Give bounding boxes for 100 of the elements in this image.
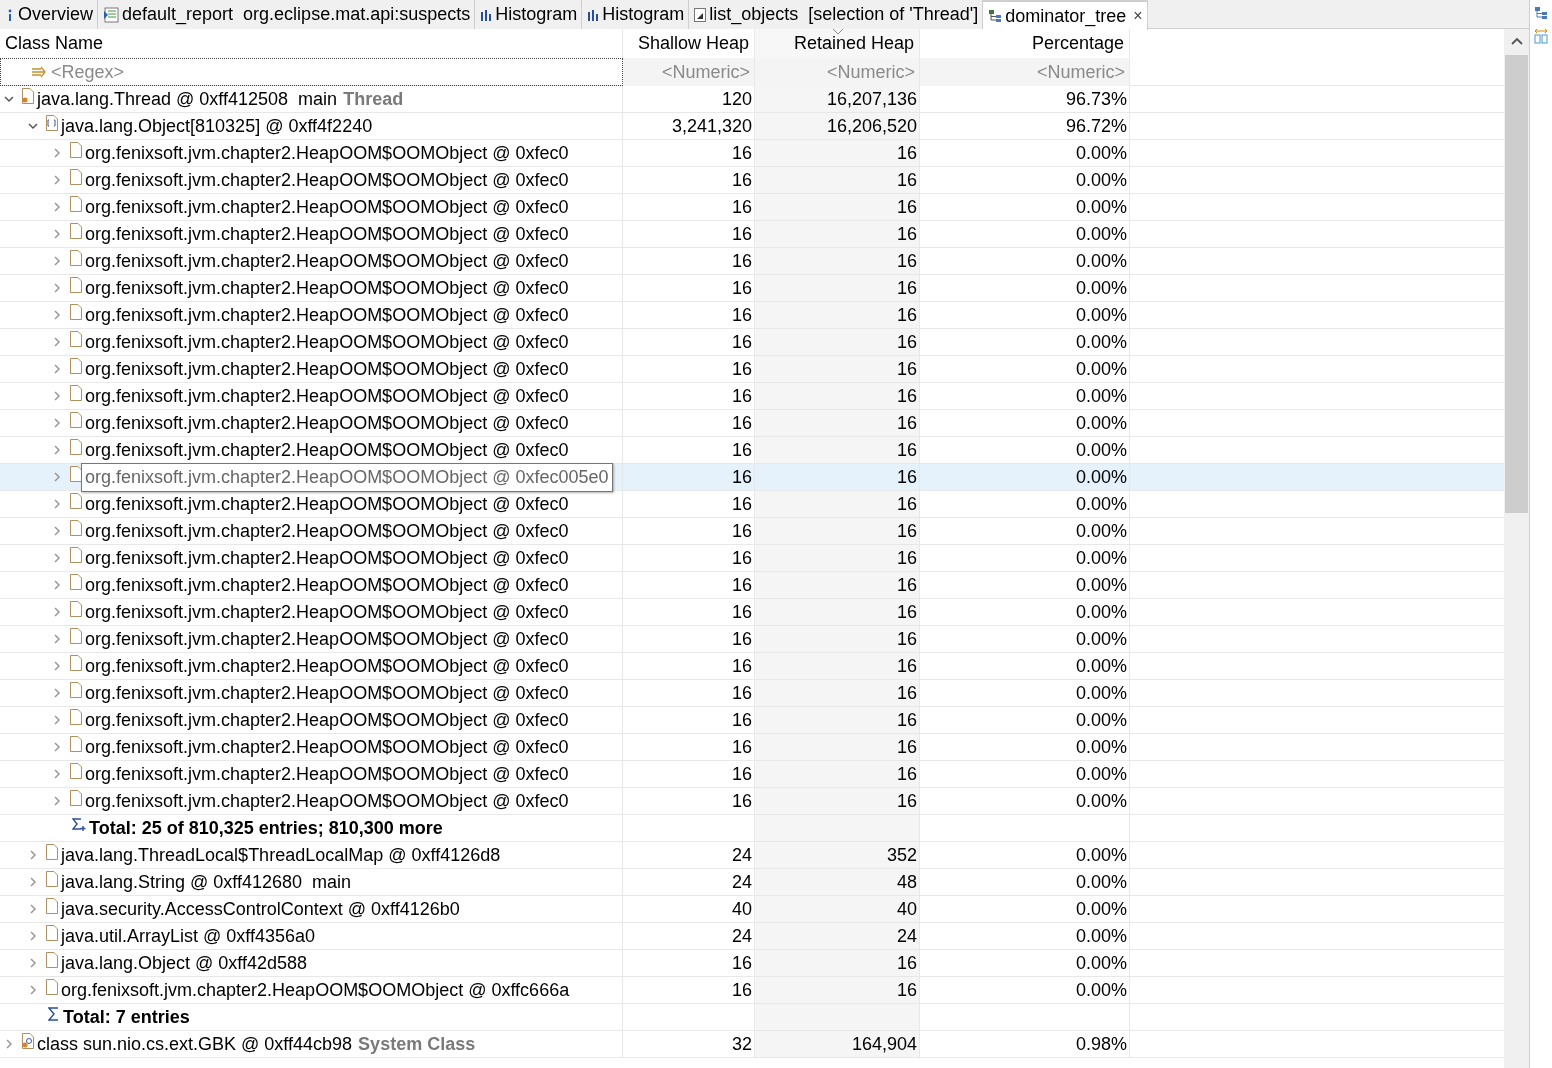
row-label[interactable]: java.lang.Thread @ 0xff412508 main xyxy=(37,85,338,113)
expand-icon[interactable] xyxy=(52,796,62,806)
expand-icon[interactable] xyxy=(52,175,62,185)
expand-icon[interactable] xyxy=(28,985,38,995)
row-label[interactable]: class sun.nio.cs.ext.GBK @ 0xff44cb98 xyxy=(37,1030,353,1058)
expand-icon[interactable] xyxy=(52,688,62,698)
row-label[interactable]: org.fenixsoft.jvm.chapter2.HeapOOM$OOMObject @ 0xfec0 xyxy=(85,247,569,275)
expand-icon[interactable] xyxy=(52,553,62,563)
row-label[interactable]: org.fenixsoft.jvm.chapter2.HeapOOM$OOMObject @ 0xfec0 xyxy=(85,220,569,248)
row-label[interactable]: org.fenixsoft.jvm.chapter2.HeapOOM$OOMObject @ 0xfec0 xyxy=(85,544,569,572)
expand-icon[interactable] xyxy=(52,310,62,320)
column-header[interactable]: Retained Heap xyxy=(755,29,920,58)
row-label[interactable]: org.fenixsoft.jvm.chapter2.HeapOOM$OOMObject @ 0xfec0 xyxy=(85,355,569,383)
table-cell: 0.00% xyxy=(920,680,1130,706)
table-cell: 0.00% xyxy=(920,275,1130,301)
expand-icon[interactable] xyxy=(52,607,62,617)
expand-icon[interactable] xyxy=(52,364,62,374)
split-columns-icon[interactable] xyxy=(1534,28,1548,44)
tab[interactable]: dominator_tree × xyxy=(983,0,1148,30)
row-label[interactable]: java.lang.ThreadLocal$ThreadLocalMap @ 0xff4126d8 xyxy=(61,841,501,869)
table-cell: 0.00% xyxy=(920,869,1130,895)
expand-icon[interactable] xyxy=(52,256,62,266)
expand-icon[interactable] xyxy=(28,931,38,941)
row-label[interactable]: org.fenixsoft.jvm.chapter2.HeapOOM$OOMObject @ 0xfec0 xyxy=(85,193,569,221)
row-label[interactable]: org.fenixsoft.jvm.chapter2.HeapOOM$OOMObject @ 0xfec0 xyxy=(85,652,569,680)
row-label[interactable]: org.fenixsoft.jvm.chapter2.HeapOOM$OOMObject @ 0xfec0 xyxy=(85,517,569,545)
object-icon xyxy=(70,763,82,779)
expand-icon[interactable] xyxy=(4,1039,14,1049)
object-icon xyxy=(70,304,82,320)
table-cell: 0.00% xyxy=(920,302,1130,328)
object-icon xyxy=(46,871,58,887)
expand-icon[interactable] xyxy=(52,418,62,428)
collapse-icon[interactable] xyxy=(4,94,14,104)
filter-field[interactable]: <Regex> xyxy=(0,58,623,86)
row-label[interactable]: org.fenixsoft.jvm.chapter2.HeapOOM$OOMObject @ 0xfec0 xyxy=(85,490,569,518)
tree-icon[interactable] xyxy=(1534,6,1548,20)
expand-icon[interactable] xyxy=(52,391,62,401)
scroll-up-icon[interactable] xyxy=(1510,37,1523,45)
expand-icon[interactable] xyxy=(28,958,38,968)
object-icon xyxy=(70,655,82,671)
table-cell: 48 xyxy=(755,869,920,895)
expand-icon[interactable] xyxy=(28,877,38,887)
expand-icon[interactable] xyxy=(52,472,62,482)
scrollbar-thumb[interactable] xyxy=(1505,55,1528,513)
row-label[interactable]: org.fenixsoft.jvm.chapter2.HeapOOM$OOMObject @ 0xfec0 xyxy=(85,382,569,410)
row-label[interactable]: org.fenixsoft.jvm.chapter2.HeapOOM$OOMObject @ 0xfec0 xyxy=(85,787,569,815)
tab[interactable]: Overview xyxy=(0,0,98,29)
row-label[interactable]: java.lang.String @ 0xff412680 main xyxy=(61,868,352,896)
row-label[interactable]: org.fenixsoft.jvm.chapter2.HeapOOM$OOMObject @ 0xfec0 xyxy=(85,760,569,788)
expand-icon[interactable] xyxy=(28,904,38,914)
collapse-icon[interactable] xyxy=(28,121,38,131)
row-label[interactable]: org.fenixsoft.jvm.chapter2.HeapOOM$OOMObject @ 0xfec0 xyxy=(85,706,569,734)
expand-icon[interactable] xyxy=(52,580,62,590)
row-label[interactable]: org.fenixsoft.jvm.chapter2.HeapOOM$OOMObject @ 0xfec0 xyxy=(85,571,569,599)
filter-icon xyxy=(31,65,47,79)
row-label[interactable]: org.fenixsoft.jvm.chapter2.HeapOOM$OOMObject @ 0xfec0 xyxy=(85,328,569,356)
table-cell: 0.00% xyxy=(920,653,1130,679)
expand-icon[interactable] xyxy=(52,526,62,536)
tab[interactable]: Histogram xyxy=(475,0,583,29)
row-label[interactable]: org.fenixsoft.jvm.chapter2.HeapOOM$OOMObject @ 0xfec0 xyxy=(85,166,569,194)
scrollbar[interactable] xyxy=(1504,29,1529,1068)
tab[interactable]: list_objects [selection of 'Thread'] xyxy=(689,0,984,29)
row-label[interactable]: java.util.ArrayList @ 0xff4356a0 xyxy=(61,922,316,950)
expand-icon[interactable] xyxy=(52,715,62,725)
row-label[interactable]: org.fenixsoft.jvm.chapter2.HeapOOM$OOMObject @ 0xfec0 xyxy=(85,436,569,464)
expand-icon[interactable] xyxy=(52,742,62,752)
expand-icon[interactable] xyxy=(52,229,62,239)
column-header[interactable]: Class Name xyxy=(0,29,623,58)
sort-icon xyxy=(833,29,843,34)
expand-icon[interactable] xyxy=(52,202,62,212)
expand-icon[interactable] xyxy=(52,445,62,455)
row-label[interactable]: org.fenixsoft.jvm.chapter2.HeapOOM$OOMObject @ 0xfec0 xyxy=(85,625,569,653)
expand-icon[interactable] xyxy=(52,634,62,644)
table-cell: 164,904 xyxy=(755,1031,920,1057)
row-label[interactable]: java.lang.Object @ 0xff42d588 xyxy=(61,949,308,977)
row-label[interactable]: org.fenixsoft.jvm.chapter2.HeapOOM$OOMObject @ 0xfec0 xyxy=(85,274,569,302)
row-label[interactable]: org.fenixsoft.jvm.chapter2.HeapOOM$OOMObject @ 0xfec0 xyxy=(85,409,569,437)
table-cell: 0.00% xyxy=(920,248,1130,274)
row-label[interactable]: java.lang.Object[810325] @ 0xff4f2240 xyxy=(61,112,373,140)
expand-icon[interactable] xyxy=(52,148,62,158)
expand-icon[interactable] xyxy=(52,661,62,671)
row-label[interactable]: org.fenixsoft.jvm.chapter2.HeapOOM$OOMObject @ 0xfec0 xyxy=(85,598,569,626)
row-label[interactable]: org.fenixsoft.jvm.chapter2.HeapOOM$OOMObject @ 0xfec0 xyxy=(85,139,569,167)
row-label[interactable]: java.security.AccessControlContext @ 0xff4126b0 xyxy=(61,895,460,923)
object-icon xyxy=(70,169,82,185)
object-icon xyxy=(46,979,58,995)
expand-icon[interactable] xyxy=(52,283,62,293)
close-button[interactable]: × xyxy=(1133,4,1143,28)
expand-icon[interactable] xyxy=(52,499,62,509)
row-label[interactable]: org.fenixsoft.jvm.chapter2.HeapOOM$OOMObject @ 0xfec0 xyxy=(85,301,569,329)
tab[interactable]: Histogram xyxy=(582,0,690,29)
row-label[interactable]: org.fenixsoft.jvm.chapter2.HeapOOM$OOMObject @ 0xffc666a xyxy=(61,976,570,1004)
row-label[interactable]: org.fenixsoft.jvm.chapter2.HeapOOM$OOMObject @ 0xfec0 xyxy=(85,679,569,707)
row-label[interactable]: org.fenixsoft.jvm.chapter2.HeapOOM$OOMObject @ 0xfec0 xyxy=(85,733,569,761)
expand-icon[interactable] xyxy=(52,769,62,779)
tab[interactable]: default_report org.eclipse.mat.api:suspects xyxy=(98,0,476,29)
total-label: Total: 25 of 810,325 entries; 810,300 more xyxy=(89,816,443,840)
expand-icon[interactable] xyxy=(28,850,38,860)
object-icon xyxy=(70,358,82,374)
expand-icon[interactable] xyxy=(52,337,62,347)
